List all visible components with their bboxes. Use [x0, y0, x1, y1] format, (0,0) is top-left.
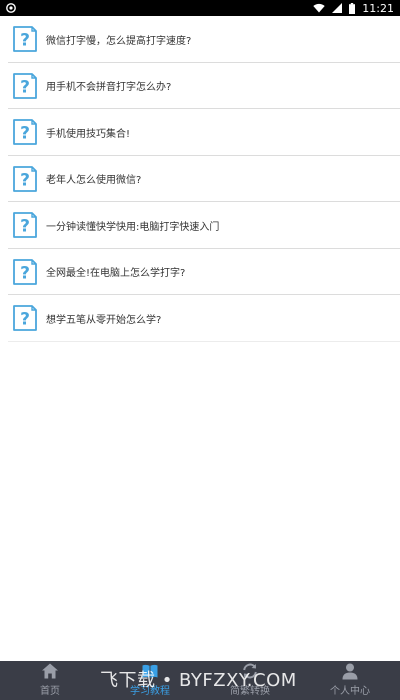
- list-item-title: 手机使用技巧集合!: [46, 128, 131, 140]
- nav-label-tutorial: 学习教程: [130, 686, 170, 697]
- question-doc-icon: ?: [13, 212, 37, 239]
- list-item[interactable]: ? 手机使用技巧集合!: [0, 109, 400, 156]
- nav-item-home[interactable]: 首页: [0, 661, 100, 700]
- signal-icon: [332, 3, 343, 13]
- nav-item-tutorial[interactable]: 学习教程: [100, 661, 200, 700]
- svg-text:?: ?: [20, 124, 30, 144]
- list-item[interactable]: ? 全网最全!在电脑上怎么学打字?: [0, 248, 400, 295]
- question-doc-icon: ?: [13, 72, 37, 99]
- nav-label-profile: 个人中心: [330, 686, 370, 697]
- list-item-title: 一分钟读懂快学快用:电脑打字快速入门: [46, 221, 220, 233]
- list-item[interactable]: ? 想学五笔从零开始怎么学?: [0, 295, 400, 342]
- article-list: ? 微信打字慢，怎么提高打字速度? ? 用手机不会拼音打字怎么办? ? 手机使用…: [0, 16, 400, 342]
- list-item-title: 全网最全!在电脑上怎么学打字?: [46, 268, 186, 280]
- list-item[interactable]: ? 一分钟读懂快学快用:电脑打字快速入门: [0, 202, 400, 249]
- shield-icon: [6, 3, 16, 13]
- list-item[interactable]: ? 微信打字慢，怎么提高打字速度?: [0, 16, 400, 63]
- status-right: 11:21: [313, 2, 394, 15]
- svg-text:?: ?: [20, 263, 30, 283]
- person-icon: [342, 663, 358, 680]
- question-doc-icon: ?: [13, 165, 37, 192]
- list-item-title: 用手机不会拼音打字怎么办?: [46, 82, 172, 94]
- svg-text:?: ?: [20, 310, 30, 330]
- question-doc-icon: ?: [13, 26, 37, 53]
- svg-text:?: ?: [20, 170, 30, 190]
- svg-text:?: ?: [20, 77, 30, 97]
- bottom-nav: 首页 学习教程 简繁转换 个人中心: [0, 661, 400, 700]
- list-item[interactable]: ? 用手机不会拼音打字怎么办?: [0, 62, 400, 109]
- nav-label-home: 首页: [40, 686, 60, 697]
- status-left: [6, 3, 16, 13]
- list-item-title: 老年人怎么使用微信?: [46, 175, 142, 187]
- status-bar: 11:21: [0, 0, 400, 16]
- nav-item-profile[interactable]: 个人中心: [300, 661, 400, 700]
- question-doc-icon: ?: [13, 258, 37, 285]
- nav-label-convert: 简繁转换: [230, 686, 270, 697]
- wifi-icon: [313, 3, 325, 13]
- list-item[interactable]: ? 老年人怎么使用微信?: [0, 155, 400, 202]
- home-icon: [42, 663, 58, 679]
- status-time: 11:21: [362, 1, 394, 15]
- question-doc-icon: ?: [13, 119, 37, 146]
- svg-text:?: ?: [20, 217, 30, 237]
- nav-item-convert[interactable]: 简繁转换: [200, 661, 300, 700]
- convert-icon: [243, 663, 257, 679]
- question-doc-icon: ?: [13, 305, 37, 332]
- svg-text:?: ?: [20, 31, 30, 51]
- book-icon: [142, 664, 158, 678]
- list-item-title: 想学五笔从零开始怎么学?: [46, 314, 162, 326]
- battery-icon: [349, 2, 356, 14]
- list-item-title: 微信打字慢，怎么提高打字速度?: [46, 35, 192, 47]
